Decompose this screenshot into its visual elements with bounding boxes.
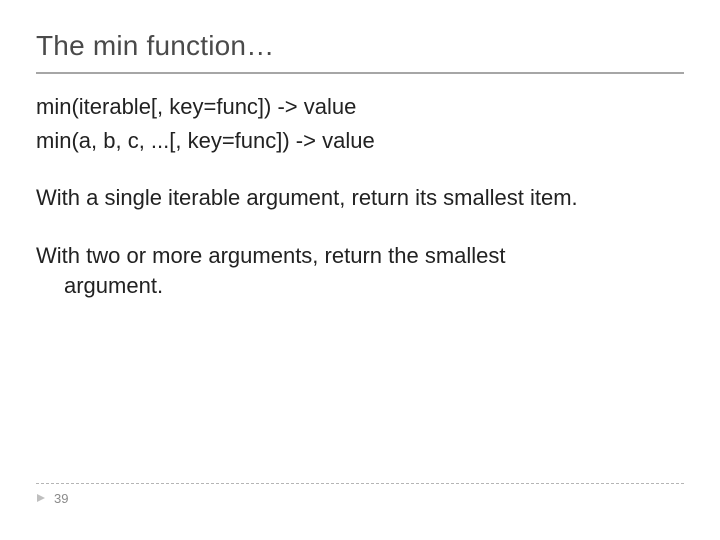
- paragraph-2-line-2: argument.: [36, 271, 684, 301]
- signature-line-2: min(a, b, c, ...[, key=func]) -> value: [36, 126, 684, 156]
- spacer: [36, 159, 684, 183]
- slide-title: The min function…: [36, 30, 684, 74]
- signature-line-1: min(iterable[, key=func]) -> value: [36, 92, 684, 122]
- page-number: 39: [54, 491, 68, 506]
- slide: The min function… min(iterable[, key=fun…: [0, 0, 720, 540]
- paragraph-2: With two or more arguments, return the s…: [36, 241, 684, 300]
- paragraph-1: With a single iterable argument, return …: [36, 183, 684, 213]
- play-icon: [36, 493, 46, 503]
- spacer: [36, 217, 684, 241]
- paragraph-2-line-1: With two or more arguments, return the s…: [36, 243, 506, 268]
- slide-body: min(iterable[, key=func]) -> value min(a…: [36, 92, 684, 300]
- page-marker: 39: [36, 491, 68, 506]
- slide-footer: 39: [36, 483, 684, 508]
